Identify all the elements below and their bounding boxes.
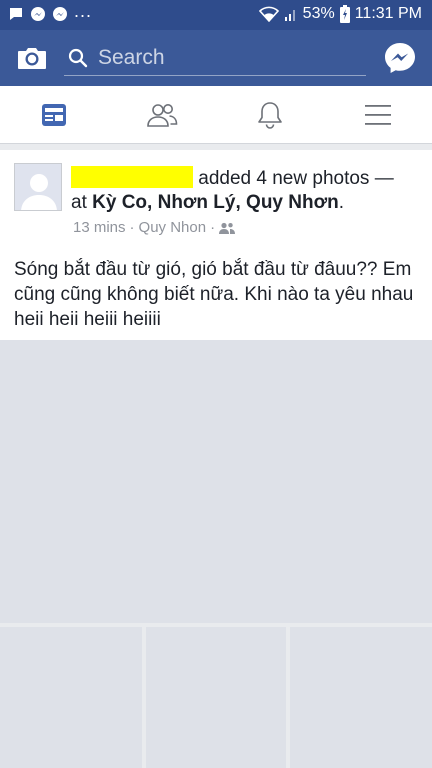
- feed-post: added 4 new photos — at Kỳ Co, Nhơn Lý, …: [0, 150, 432, 340]
- post-headline: added 4 new photos — at Kỳ Co, Nhơn Lý, …: [71, 166, 421, 215]
- notification-icons: ...: [8, 1, 93, 22]
- avatar[interactable]: [14, 163, 62, 211]
- redacted-author-name: [71, 166, 193, 188]
- post-photo-3[interactable]: [146, 627, 286, 768]
- post-place[interactable]: Quy Nhon: [139, 219, 207, 236]
- location-link[interactable]: Kỳ Co, Nhơn Lý, Quy Nhơn: [92, 192, 339, 213]
- bell-icon: [258, 102, 282, 129]
- camera-icon[interactable]: [16, 42, 48, 74]
- post-photo-4[interactable]: [290, 627, 432, 768]
- friends-audience-icon[interactable]: [219, 222, 236, 234]
- chat-notification-icon: [10, 8, 22, 20]
- post-photo-main[interactable]: [0, 340, 432, 623]
- post-action: added 4 new photos —: [198, 168, 394, 189]
- signal-icon: [284, 10, 295, 21]
- tab-notifications[interactable]: [216, 86, 324, 144]
- system-status: 53% 11:31 PM: [258, 5, 422, 23]
- location-suffix: .: [338, 192, 344, 213]
- hamburger-menu-icon: [365, 105, 391, 125]
- post-text: Sóng bắt đầu từ gió, gió bắt đầu từ đâuu…: [14, 259, 414, 330]
- news-feed-icon: [42, 104, 66, 126]
- more-notifications: ...: [74, 1, 93, 21]
- battery-percent: 53%: [302, 5, 335, 22]
- app-bar: Search: [0, 30, 432, 86]
- status-bar: ... 53% 11:31 PM: [0, 0, 432, 30]
- at-prefix: at: [71, 192, 87, 213]
- search-bar[interactable]: Search: [64, 38, 366, 76]
- messenger-icon[interactable]: [383, 41, 417, 75]
- tab-menu[interactable]: [324, 86, 432, 144]
- messenger-notification-icon-2: [53, 7, 67, 21]
- default-profile-icon: [21, 174, 57, 210]
- post-photo-2[interactable]: [0, 627, 142, 768]
- wifi-icon: [258, 6, 279, 22]
- tab-bar: [0, 86, 432, 144]
- tab-news-feed[interactable]: [0, 86, 108, 144]
- friends-icon: [147, 104, 178, 127]
- tab-friends[interactable]: [108, 86, 216, 144]
- search-placeholder: Search: [98, 46, 165, 69]
- messenger-notification-icon: [31, 7, 45, 21]
- battery-charging-icon: [339, 5, 350, 23]
- post-meta: 13 mins · Quy Nhon ·: [73, 219, 236, 236]
- post-timestamp[interactable]: 13 mins: [73, 219, 126, 236]
- search-icon: [68, 48, 88, 68]
- meta-separator: ·: [129, 219, 135, 236]
- clock: 11:31 PM: [354, 5, 422, 22]
- meta-separator-2: ·: [210, 219, 216, 236]
